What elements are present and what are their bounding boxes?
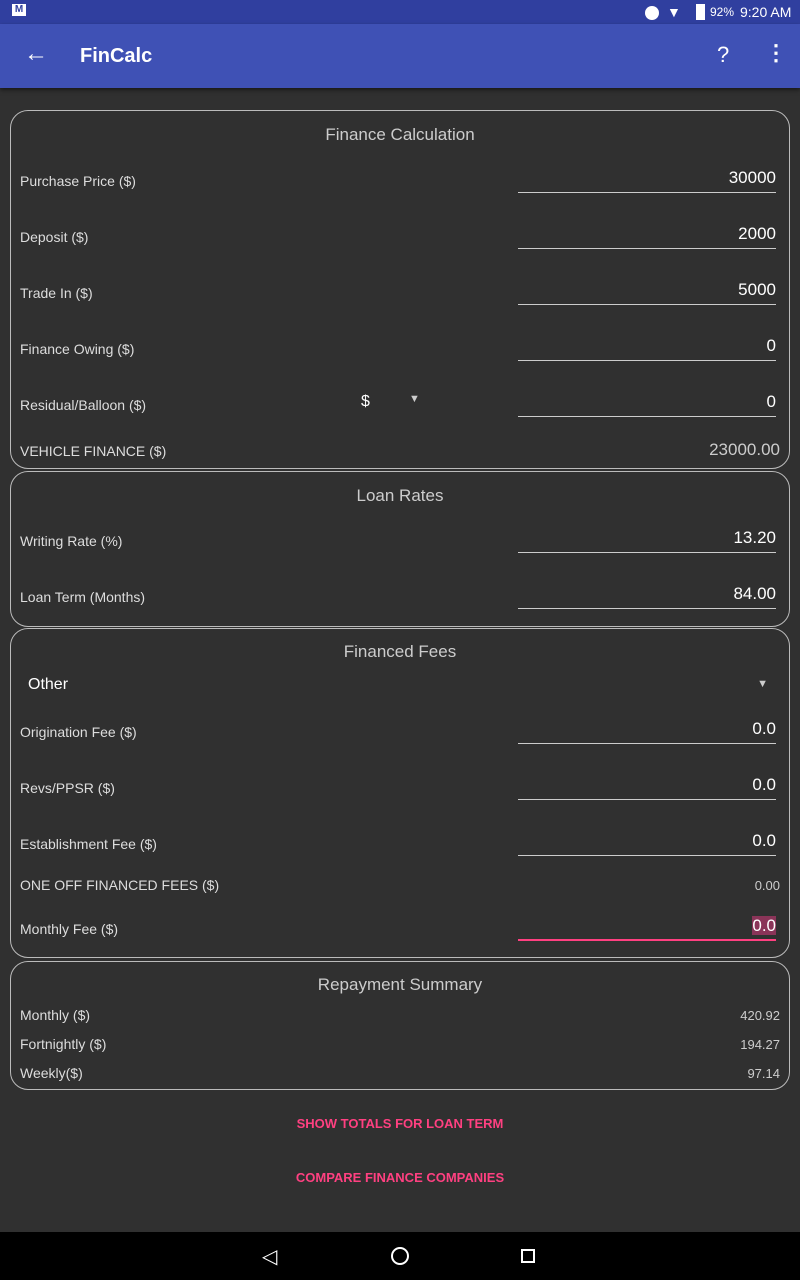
more-vert-icon[interactable]: ⋮ bbox=[765, 40, 787, 66]
one-off-fees-value: 0.00 bbox=[754, 878, 780, 893]
residual-type-dropdown[interactable]: $ ▼ bbox=[361, 393, 431, 411]
fortnightly-label: Fortnightly ($) bbox=[20, 1036, 107, 1052]
monthly-fee-label: Monthly Fee ($) bbox=[20, 921, 119, 937]
show-totals-button[interactable]: SHOW TOTALS FOR LOAN TERM bbox=[0, 1116, 800, 1131]
financed-fees-card: Financed Fees Other ▼ Origination Fee ($… bbox=[10, 628, 790, 958]
help-icon[interactable]: ? bbox=[717, 42, 729, 68]
origination-fee-input[interactable]: 0.0 bbox=[518, 716, 776, 744]
weekly-label: Weekly($) bbox=[20, 1065, 83, 1081]
deposit-input[interactable]: 2000 bbox=[518, 221, 776, 249]
battery-icon bbox=[696, 4, 705, 20]
establishment-fee-input[interactable]: 0.0 bbox=[518, 828, 776, 856]
loan-term-input[interactable]: 84.00 bbox=[518, 581, 776, 609]
navigation-bar: ◁ bbox=[0, 1232, 800, 1280]
establishment-fee-label: Establishment Fee ($) bbox=[20, 836, 157, 852]
monthly-fee-selected-text: 0.0 bbox=[752, 916, 776, 935]
vehicle-finance-label: VEHICLE FINANCE ($) bbox=[20, 443, 167, 459]
status-bar: M ▼ 92% 9:20 AM bbox=[0, 0, 800, 24]
card-title: Finance Calculation bbox=[325, 125, 475, 144]
writing-rate-input[interactable]: 13.20 bbox=[518, 525, 776, 553]
weekly-value: 97.14 bbox=[747, 1066, 780, 1081]
finance-owing-label: Finance Owing ($) bbox=[20, 341, 135, 357]
residual-input[interactable]: 0 bbox=[518, 389, 776, 417]
do-not-disturb-icon bbox=[645, 6, 659, 20]
loan-term-label: Loan Term (Months) bbox=[20, 589, 146, 605]
home-nav-icon[interactable] bbox=[391, 1247, 409, 1265]
monthly-fee-input[interactable]: 0.0 bbox=[518, 913, 776, 941]
residual-type-value: $ bbox=[361, 393, 370, 410]
one-off-fees-label: ONE OFF FINANCED FEES ($) bbox=[20, 877, 220, 893]
vehicle-finance-value: 23000.00 bbox=[709, 440, 780, 459]
battery-level: 92% bbox=[710, 5, 735, 19]
fortnightly-value: 194.27 bbox=[740, 1037, 780, 1052]
chevron-down-icon: ▼ bbox=[757, 678, 768, 690]
fee-type-dropdown[interactable]: Other ▼ bbox=[28, 676, 768, 700]
residual-label: Residual/Balloon ($) bbox=[20, 397, 147, 413]
finance-owing-input[interactable]: 0 bbox=[518, 333, 776, 361]
origination-fee-label: Origination Fee ($) bbox=[20, 724, 137, 740]
repayment-summary-card: Repayment Summary Monthly ($) 420.92 For… bbox=[10, 961, 790, 1090]
card-title: Loan Rates bbox=[356, 486, 444, 505]
revs-ppsr-input[interactable]: 0.0 bbox=[518, 772, 776, 800]
gmail-icon: M bbox=[12, 4, 26, 16]
card-title: Financed Fees bbox=[343, 642, 457, 661]
back-nav-icon[interactable]: ◁ bbox=[262, 1244, 277, 1269]
fee-type-value: Other bbox=[28, 676, 69, 693]
wifi-icon: ▼ bbox=[667, 4, 681, 20]
monthly-label: Monthly ($) bbox=[20, 1007, 91, 1023]
loan-rates-card: Loan Rates Writing Rate (%) 13.20 Loan T… bbox=[10, 471, 790, 627]
writing-rate-label: Writing Rate (%) bbox=[20, 533, 123, 549]
purchase-price-label: Purchase Price ($) bbox=[20, 173, 136, 189]
card-title: Repayment Summary bbox=[317, 975, 483, 994]
trade-in-label: Trade In ($) bbox=[20, 285, 93, 301]
monthly-value: 420.92 bbox=[740, 1008, 780, 1023]
recents-nav-icon[interactable] bbox=[521, 1249, 535, 1263]
app-title: FinCalc bbox=[80, 45, 153, 67]
arrow-back-icon[interactable]: ← bbox=[24, 40, 48, 68]
clock: 9:20 AM bbox=[740, 4, 792, 20]
chevron-down-icon: ▼ bbox=[409, 393, 420, 405]
deposit-label: Deposit ($) bbox=[20, 229, 89, 245]
trade-in-input[interactable]: 5000 bbox=[518, 277, 776, 305]
revs-ppsr-label: Revs/PPSR ($) bbox=[20, 780, 115, 796]
compare-finance-companies-button[interactable]: COMPARE FINANCE COMPANIES bbox=[0, 1170, 800, 1185]
finance-calculation-card: Finance Calculation Purchase Price ($) 3… bbox=[10, 110, 790, 469]
purchase-price-input[interactable]: 30000 bbox=[518, 165, 776, 193]
app-toolbar: ← FinCalc ? ⋮ bbox=[0, 24, 800, 88]
